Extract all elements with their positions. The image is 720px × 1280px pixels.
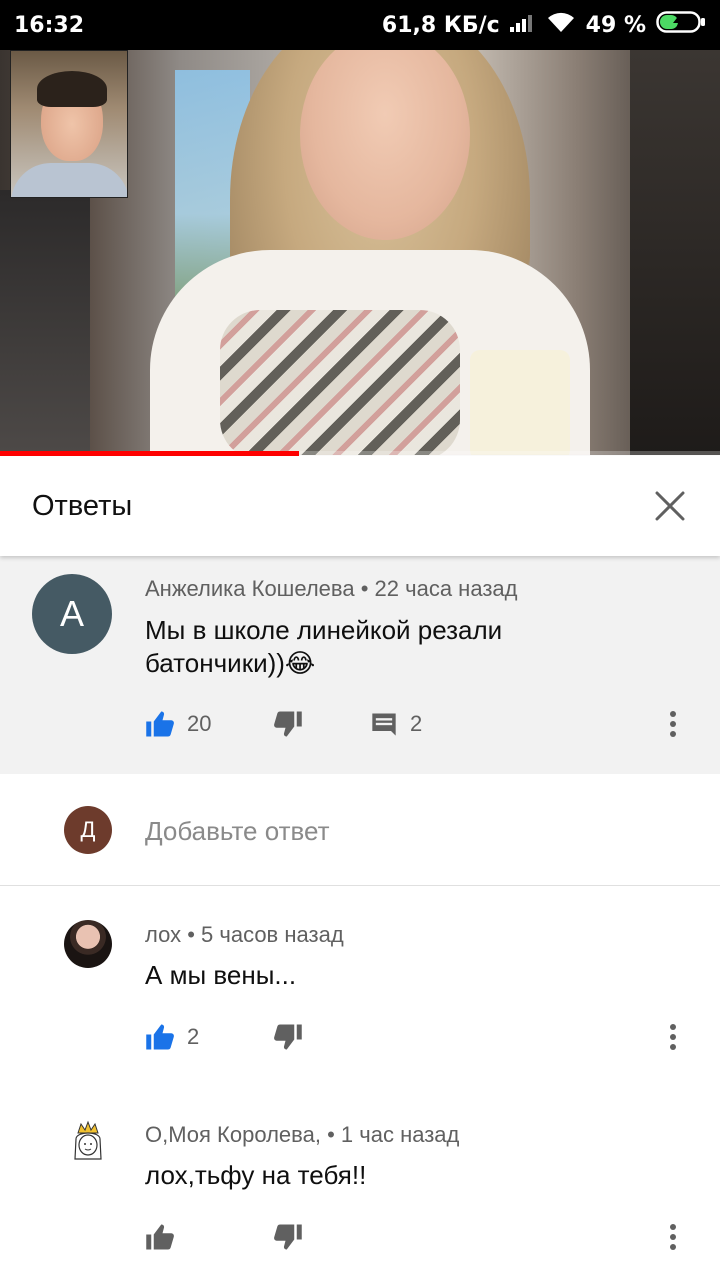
like-button[interactable]: 20 bbox=[145, 704, 211, 744]
like-button[interactable] bbox=[145, 1217, 175, 1257]
more-vert-icon bbox=[670, 711, 676, 737]
network-speed: 61,8 КБ/с bbox=[381, 12, 500, 38]
reply-comment: О,Моя Королева, • 1 час назад лох,тьфу н… bbox=[0, 1087, 720, 1280]
more-vert-icon bbox=[670, 1224, 676, 1250]
video-cup bbox=[470, 350, 570, 455]
status-bar: 16:32 61,8 КБ/с 49 % bbox=[0, 0, 720, 50]
comment-text: лох,тьфу на тебя!! bbox=[145, 1160, 367, 1190]
thumbs-up-icon bbox=[146, 1024, 174, 1050]
comment-author[interactable]: лох bbox=[145, 922, 181, 947]
comment-author[interactable]: Анжелика Кошелева bbox=[145, 576, 355, 601]
panel-title: Ответы bbox=[32, 489, 133, 522]
meta-separator: • bbox=[360, 576, 375, 601]
replies-header: Ответы bbox=[0, 456, 720, 556]
battery-charging-icon bbox=[656, 10, 706, 40]
dislike-button[interactable] bbox=[273, 1017, 303, 1057]
laughing-emoji: 😂 bbox=[284, 648, 316, 678]
add-reply-bar[interactable]: Д Добавьте ответ bbox=[0, 774, 720, 886]
comment-time: 1 час назад bbox=[340, 1122, 460, 1147]
comment-meta: Анжелика Кошелева • 22 часа назад bbox=[145, 576, 517, 602]
like-count: 20 bbox=[187, 711, 212, 736]
more-options-button[interactable] bbox=[663, 1017, 683, 1057]
comment-body: Мы в школе линейкой резали батончики)) bbox=[145, 615, 503, 678]
comment-text: А мы вены... bbox=[145, 960, 297, 990]
comment-actions: 20 2 bbox=[145, 704, 705, 744]
status-time: 16:32 bbox=[14, 12, 85, 38]
video-shirt-print bbox=[220, 310, 460, 455]
signal-icon bbox=[509, 12, 536, 38]
wifi-icon bbox=[546, 11, 576, 39]
avatar-letter: Д bbox=[80, 817, 96, 842]
reply-avatar[interactable] bbox=[64, 1119, 112, 1167]
more-options-button[interactable] bbox=[663, 1217, 683, 1257]
video-background-shadow bbox=[0, 190, 90, 455]
comment-time: 5 часов назад bbox=[201, 922, 344, 947]
comment-author[interactable]: О,Моя Королева, bbox=[145, 1122, 321, 1147]
thumbs-down-icon bbox=[274, 711, 302, 737]
like-count: 2 bbox=[187, 1024, 200, 1049]
thumbs-down-icon bbox=[274, 1224, 302, 1250]
more-vert-icon bbox=[670, 1024, 676, 1050]
meta-separator: • bbox=[187, 922, 202, 947]
picture-in-picture-video[interactable] bbox=[10, 50, 128, 198]
reply-count: 2 bbox=[410, 711, 423, 736]
comment-time: 22 часа назад bbox=[374, 576, 518, 601]
like-button[interactable]: 2 bbox=[145, 1017, 199, 1057]
reply-button[interactable]: 2 bbox=[370, 704, 422, 744]
add-reply-input[interactable]: Добавьте ответ bbox=[145, 816, 330, 847]
reply-avatar[interactable] bbox=[64, 920, 112, 968]
meta-separator: • bbox=[327, 1122, 341, 1147]
pip-person-body bbox=[11, 163, 127, 197]
crown-girl-avatar-icon bbox=[74, 1120, 102, 1160]
pip-person-hair bbox=[37, 71, 107, 107]
comment-actions: 2 bbox=[145, 1017, 705, 1057]
avatar-letter: А bbox=[59, 593, 84, 634]
battery-percent: 49 % bbox=[585, 12, 646, 38]
video-background-curtain bbox=[630, 50, 720, 455]
current-user-avatar: Д bbox=[64, 806, 112, 854]
avatar[interactable]: А bbox=[32, 574, 112, 654]
thumbs-up-icon bbox=[146, 1224, 174, 1250]
close-icon bbox=[655, 491, 685, 521]
reply-comment: лох • 5 часов назад А мы вены... 2 bbox=[0, 887, 720, 1087]
thumbs-up-icon bbox=[146, 711, 174, 737]
thumbs-down-icon bbox=[274, 1024, 302, 1050]
close-button[interactable] bbox=[650, 486, 690, 526]
status-indicators: 61,8 КБ/с 49 % bbox=[382, 10, 706, 40]
comment-meta: лох • 5 часов назад bbox=[145, 922, 344, 948]
comment-text: Мы в школе линейкой резали батончики))😂 bbox=[145, 614, 565, 680]
comment-actions bbox=[145, 1217, 705, 1257]
more-options-button[interactable] bbox=[663, 704, 683, 744]
comment-meta: О,Моя Королева, • 1 час назад bbox=[145, 1122, 459, 1148]
dislike-button[interactable] bbox=[273, 704, 303, 744]
comment-icon bbox=[372, 713, 396, 736]
parent-comment: А Анжелика Кошелева • 22 часа назад Мы в… bbox=[0, 556, 720, 774]
dislike-button[interactable] bbox=[273, 1217, 303, 1257]
